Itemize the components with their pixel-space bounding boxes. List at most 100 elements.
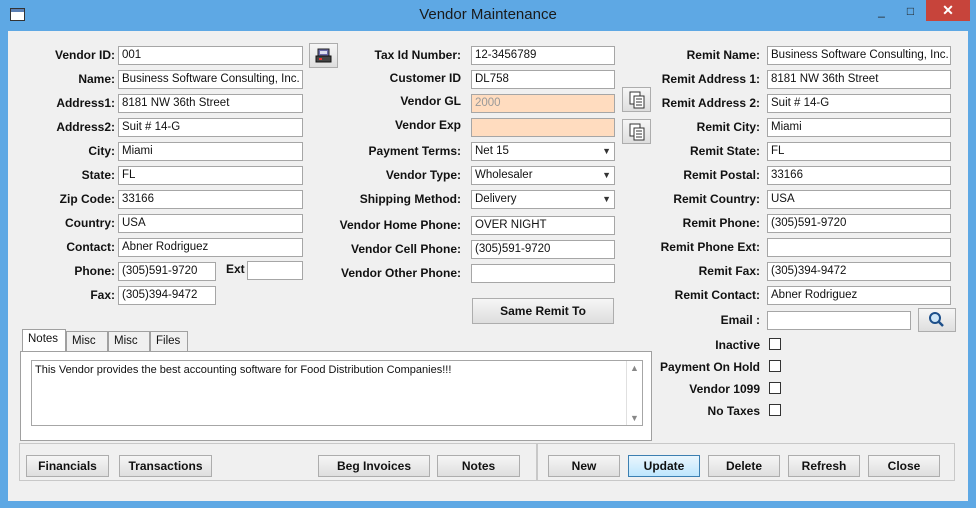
address2-label: Address2:: [56, 120, 115, 134]
remit-phone-label: Remit Phone:: [682, 216, 760, 230]
notes-textarea[interactable]: This Vendor provides the best accounting…: [31, 360, 643, 426]
transactions-button[interactable]: Transactions: [119, 455, 212, 477]
ext-field[interactable]: [247, 261, 303, 280]
payment-on-hold-label: Payment On Hold: [659, 360, 760, 374]
form-client-area: Vendor ID: 001 Name: Business Software C…: [8, 31, 968, 501]
notes-button[interactable]: Notes: [437, 455, 520, 477]
remit-contact-field[interactable]: Abner Rodriguez: [767, 286, 951, 305]
remit-city-field[interactable]: Miami: [767, 118, 951, 137]
contact-label: Contact:: [66, 240, 115, 254]
fax-field[interactable]: (305)394-9472: [118, 286, 216, 305]
shipping-method-dropdown[interactable]: Delivery ▼: [471, 190, 615, 209]
vendor-gl-lookup-button[interactable]: [622, 87, 651, 112]
tab-misc-2[interactable]: Misc: [108, 331, 150, 351]
chevron-down-icon: ▼: [602, 146, 611, 156]
tab-notes[interactable]: Notes: [22, 329, 66, 351]
beg-invoices-button[interactable]: Beg Invoices: [318, 455, 430, 477]
notes-scrollbar[interactable]: ▲ ▼: [626, 361, 642, 425]
state-field[interactable]: FL: [118, 166, 303, 185]
state-label: State:: [81, 168, 115, 182]
financials-button[interactable]: Financials: [26, 455, 109, 477]
country-label: Country:: [65, 216, 115, 230]
delete-button[interactable]: Delete: [708, 455, 780, 477]
vendor-exp-field[interactable]: [471, 118, 615, 137]
payment-terms-label: Payment Terms:: [368, 144, 461, 158]
close-window-button[interactable]: ✕: [926, 0, 970, 21]
payment-terms-value: Net 15: [475, 145, 509, 157]
remit-phone-ext-field[interactable]: [767, 238, 951, 257]
other-phone-field[interactable]: [471, 264, 615, 283]
address1-field[interactable]: 8181 NW 36th Street: [118, 94, 303, 113]
city-field[interactable]: Miami: [118, 142, 303, 161]
scroll-up-icon: ▲: [630, 363, 639, 373]
same-remit-to-button[interactable]: Same Remit To: [472, 298, 614, 324]
notes-tab-panel: This Vendor provides the best accounting…: [20, 351, 652, 441]
remit-state-label: Remit State:: [689, 144, 760, 158]
tab-misc-1[interactable]: Misc: [66, 331, 108, 351]
remit-postal-field[interactable]: 33166: [767, 166, 951, 185]
payment-on-hold-checkbox[interactable]: [769, 360, 781, 372]
zip-field[interactable]: 33166: [118, 190, 303, 209]
remit-phone-field[interactable]: (305)591-9720: [767, 214, 951, 233]
phone-label: Phone:: [74, 264, 115, 278]
remit-fax-field[interactable]: (305)394-9472: [767, 262, 951, 281]
vendor-exp-lookup-button[interactable]: [622, 119, 651, 144]
remit-name-label: Remit Name:: [686, 48, 760, 62]
address1-label: Address1:: [56, 96, 115, 110]
email-search-button[interactable]: [918, 308, 956, 332]
remit-country-field[interactable]: USA: [767, 190, 951, 209]
fax-label: Fax:: [90, 288, 115, 302]
remit-phone-ext-label: Remit Phone Ext:: [660, 240, 760, 254]
cell-phone-label: Vendor Cell Phone:: [350, 242, 461, 256]
tax-id-field[interactable]: 12-3456789: [471, 46, 615, 65]
refresh-button[interactable]: Refresh: [788, 455, 860, 477]
no-taxes-label: No Taxes: [707, 404, 760, 418]
minimize-button[interactable]: _: [868, 1, 895, 21]
close-button[interactable]: Close: [868, 455, 940, 477]
remit-address2-field[interactable]: Suit # 14-G: [767, 94, 951, 113]
address2-field[interactable]: Suit # 14-G: [118, 118, 303, 137]
remit-address1-label: Remit Address 1:: [661, 72, 760, 86]
copy-icon: [629, 91, 645, 109]
new-button[interactable]: New: [548, 455, 620, 477]
vendor-exp-label: Vendor Exp: [394, 118, 461, 132]
inactive-checkbox[interactable]: [769, 338, 781, 350]
contact-field[interactable]: Abner Rodriguez: [118, 238, 303, 257]
vendor-type-label: Vendor Type:: [385, 168, 461, 182]
other-phone-label: Vendor Other Phone:: [340, 266, 461, 280]
tax-id-label: Tax Id Number:: [374, 48, 461, 62]
vendor-gl-field[interactable]: 2000: [471, 94, 615, 113]
cell-phone-field[interactable]: (305)591-9720: [471, 240, 615, 259]
vendor-lookup-button[interactable]: [309, 43, 338, 68]
tab-files[interactable]: Files: [150, 331, 188, 351]
email-label: Email :: [720, 313, 760, 327]
remit-name-field[interactable]: Business Software Consulting, Inc.: [767, 46, 951, 65]
vendor-lookup-icon: [315, 48, 332, 63]
zip-label: Zip Code:: [59, 192, 115, 206]
customer-id-field[interactable]: DL758: [471, 70, 615, 89]
payment-terms-dropdown[interactable]: Net 15 ▼: [471, 142, 615, 161]
vendor-1099-checkbox[interactable]: [769, 382, 781, 394]
copy-icon: [629, 123, 645, 141]
shipping-method-value: Delivery: [475, 193, 517, 205]
home-phone-field[interactable]: OVER NIGHT: [471, 216, 615, 235]
phone-field[interactable]: (305)591-9720: [118, 262, 216, 281]
remit-address1-field[interactable]: 8181 NW 36th Street: [767, 70, 951, 89]
vendor-id-field[interactable]: 001: [118, 46, 303, 65]
chevron-down-icon: ▼: [602, 170, 611, 180]
email-field[interactable]: [767, 311, 911, 330]
vendor-type-dropdown[interactable]: Wholesaler ▼: [471, 166, 615, 185]
name-label: Name:: [78, 72, 115, 86]
remit-contact-label: Remit Contact:: [674, 288, 760, 302]
vendor-1099-label: Vendor 1099: [689, 382, 760, 396]
remit-state-field[interactable]: FL: [767, 142, 951, 161]
vendor-type-value: Wholesaler: [475, 169, 533, 181]
remit-country-label: Remit Country:: [673, 192, 760, 206]
update-button[interactable]: Update: [628, 455, 700, 477]
name-field[interactable]: Business Software Consulting, Inc.: [118, 70, 303, 89]
no-taxes-checkbox[interactable]: [769, 404, 781, 416]
maximize-button[interactable]: □: [897, 1, 924, 21]
country-field[interactable]: USA: [118, 214, 303, 233]
shipping-method-label: Shipping Method:: [359, 192, 461, 206]
vendor-id-label: Vendor ID:: [54, 48, 115, 62]
